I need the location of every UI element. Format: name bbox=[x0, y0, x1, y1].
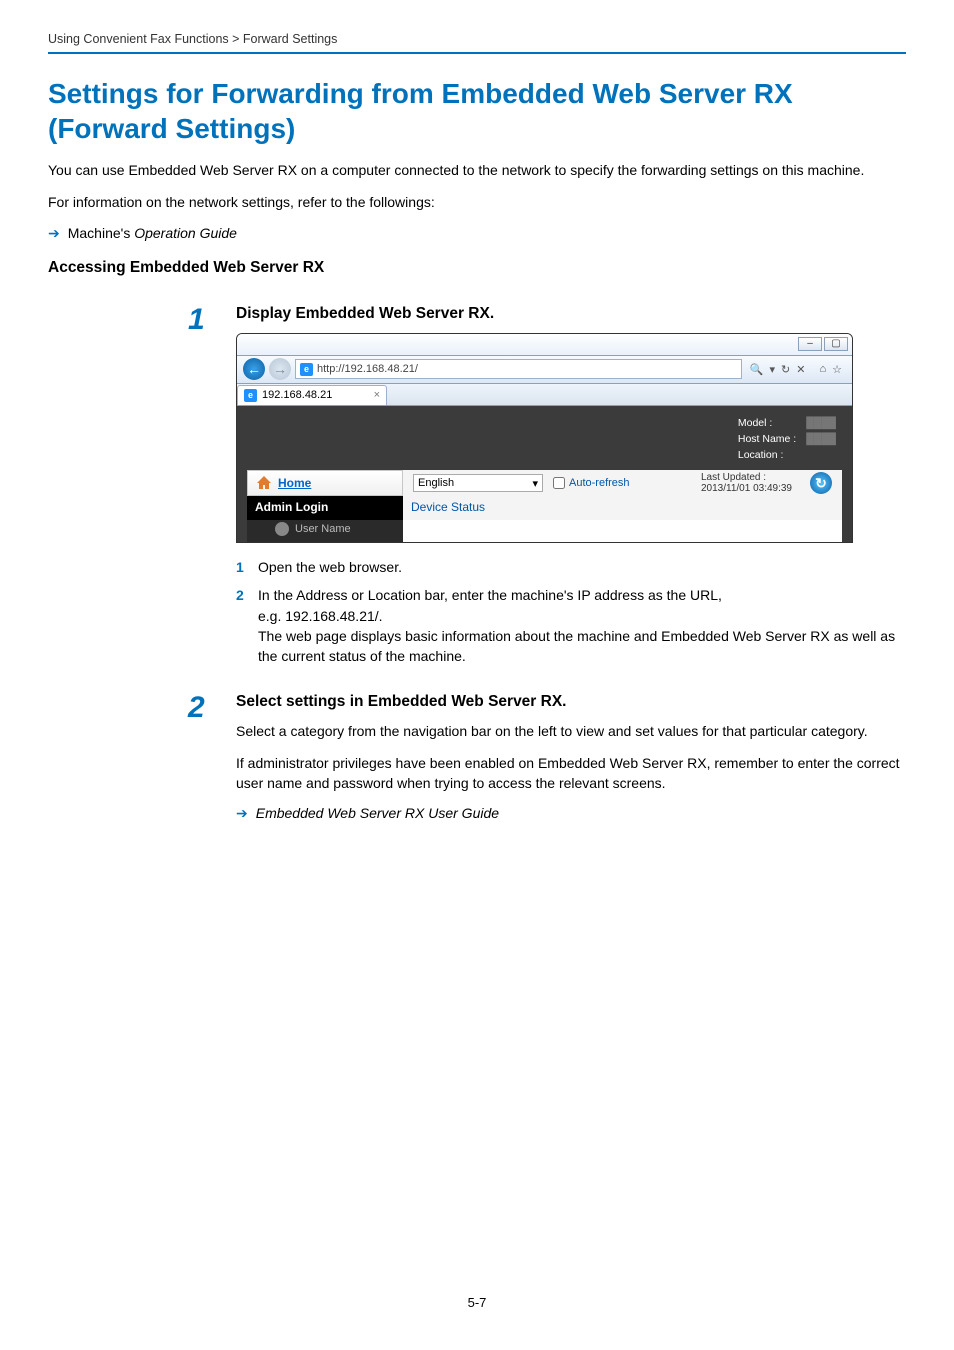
step-2-para-2: If administrator privileges have been en… bbox=[236, 753, 906, 794]
search-icon[interactable]: 🔍 bbox=[750, 363, 764, 376]
refresh-icon[interactable]: ↻ bbox=[781, 363, 790, 376]
arrow-icon: ➔ bbox=[48, 226, 60, 240]
step-1: 1 Display Embedded Web Server RX. – ▢ ← … bbox=[188, 305, 906, 675]
user-name-row: User Name bbox=[247, 520, 403, 542]
substep-number: 1 bbox=[236, 557, 248, 577]
header-rule bbox=[48, 52, 906, 54]
page-margin-bar bbox=[0, 0, 4, 1350]
ie-icon: e bbox=[300, 363, 313, 376]
ie-icon: e bbox=[244, 389, 257, 402]
xref-text: Machine's Operation Guide bbox=[68, 225, 237, 241]
back-button[interactable]: ← bbox=[243, 358, 265, 380]
home-icon[interactable]: ⌂ bbox=[819, 363, 826, 375]
sidebar-home[interactable]: Home bbox=[247, 470, 403, 496]
favorites-icon[interactable]: ☆ bbox=[832, 363, 842, 376]
step-2-title: Select settings in Embedded Web Server R… bbox=[236, 693, 906, 711]
substep-1: 1 Open the web browser. bbox=[236, 557, 906, 577]
url-text: http://192.168.48.21/ bbox=[317, 363, 418, 375]
home-icon bbox=[256, 475, 272, 491]
xref-text: Embedded Web Server RX User Guide bbox=[256, 805, 499, 821]
cross-reference-2: ➔ Embedded Web Server RX User Guide bbox=[236, 805, 906, 821]
step-1-title: Display Embedded Web Server RX. bbox=[236, 305, 906, 323]
page-title: Settings for Forwarding from Embedded We… bbox=[48, 76, 906, 146]
maximize-icon[interactable]: ▢ bbox=[824, 337, 848, 351]
auto-refresh-checkbox[interactable]: Auto-refresh bbox=[553, 477, 630, 489]
substep-text: Open the web browser. bbox=[258, 557, 402, 577]
section-heading: Accessing Embedded Web Server RX bbox=[48, 259, 906, 277]
forward-button[interactable]: → bbox=[269, 358, 291, 380]
browser-screenshot: – ▢ ← → e http://192.168.48.21/ 🔍 ▾ ↻ ✕ … bbox=[236, 333, 853, 544]
tab-label: 192.168.48.21 bbox=[262, 389, 332, 401]
address-input[interactable]: e http://192.168.48.21/ bbox=[295, 359, 742, 379]
avatar-icon bbox=[275, 522, 289, 536]
admin-login-label: Admin Login bbox=[247, 496, 403, 520]
close-icon[interactable]: × bbox=[374, 389, 380, 401]
substep-text: In the Address or Location bar, enter th… bbox=[258, 585, 906, 666]
substep-number: 2 bbox=[236, 585, 248, 666]
language-select[interactable]: English▾ bbox=[413, 474, 543, 492]
breadcrumb: Using Convenient Fax Functions > Forward… bbox=[48, 32, 906, 52]
device-status-label: Device Status bbox=[403, 496, 842, 520]
stop-icon[interactable]: ✕ bbox=[796, 363, 805, 376]
device-info-table: Model :████ Host Name :████ Location : bbox=[732, 414, 842, 465]
step-2: 2 Select settings in Embedded Web Server… bbox=[188, 693, 906, 822]
tab-strip: e 192.168.48.21 × bbox=[237, 384, 852, 406]
page-header-dark: Model :████ Host Name :████ Location : H… bbox=[237, 406, 852, 543]
step-number: 2 bbox=[188, 693, 216, 822]
substep-2: 2 In the Address or Location bar, enter … bbox=[236, 585, 906, 666]
page-number: 5-7 bbox=[0, 1295, 954, 1310]
refresh-button[interactable]: ↻ bbox=[810, 472, 832, 494]
last-updated: Last Updated : 2013/11/01 03:49:39 bbox=[701, 472, 792, 494]
intro-paragraph-2: For information on the network settings,… bbox=[48, 192, 906, 212]
step-number: 1 bbox=[188, 305, 216, 675]
address-bar-row: ← → e http://192.168.48.21/ 🔍 ▾ ↻ ✕ ⌂ ☆ bbox=[237, 356, 852, 384]
cross-reference-1: ➔ Machine's Operation Guide bbox=[48, 225, 906, 241]
step-2-para-1: Select a category from the navigation ba… bbox=[236, 721, 906, 741]
intro-paragraph-1: You can use Embedded Web Server RX on a … bbox=[48, 160, 906, 180]
arrow-icon: ➔ bbox=[236, 806, 248, 820]
window-titlebar: – ▢ bbox=[237, 334, 852, 356]
home-link[interactable]: Home bbox=[278, 476, 311, 490]
minimize-icon[interactable]: – bbox=[798, 337, 822, 351]
address-bar-tools: 🔍 ▾ ↻ ✕ ⌂ ☆ bbox=[746, 363, 846, 376]
browser-tab[interactable]: e 192.168.48.21 × bbox=[237, 385, 387, 405]
